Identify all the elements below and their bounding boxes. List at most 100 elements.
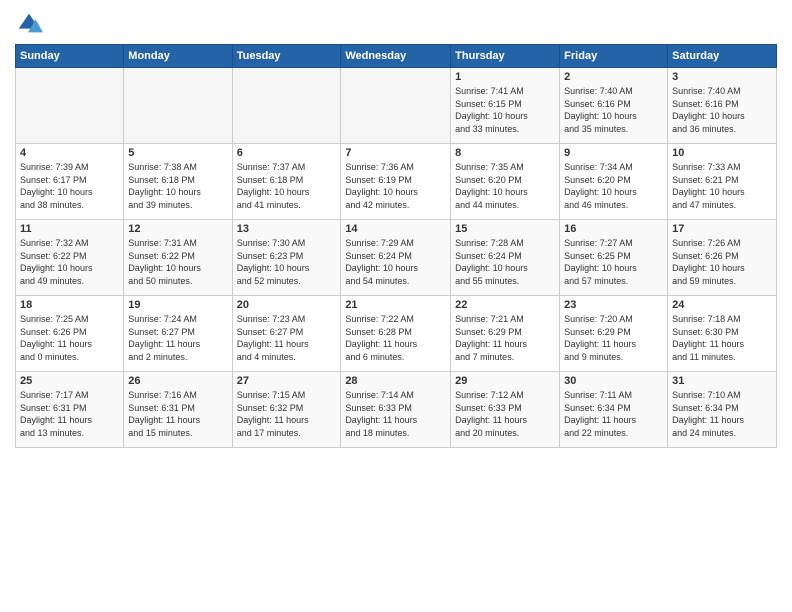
day-number: 23 — [564, 299, 663, 311]
day-info: Sunrise: 7:36 AMSunset: 6:19 PMDaylight:… — [345, 161, 446, 211]
day-number: 18 — [20, 299, 119, 311]
calendar-cell-21: 17Sunrise: 7:26 AMSunset: 6:26 PMDayligh… — [668, 220, 777, 296]
day-number: 26 — [128, 375, 227, 387]
calendar-cell-15: 11 Sunrise: 7:32 AMSunset: 6:22 PMDayligh… — [16, 220, 124, 296]
day-info: Sunrise: 7:15 AMSunset: 6:32 PMDaylight:… — [237, 389, 337, 439]
day-info: Sunrise: 7:17 AMSunset: 6:31 PMDaylight:… — [20, 389, 119, 439]
day-number: 13 — [237, 223, 337, 235]
day-number: 29 — [455, 375, 555, 387]
day-number: 17 — [672, 223, 772, 235]
calendar-header-row: SundayMondayTuesdayWednesdayThursdayFrid… — [16, 45, 777, 68]
calendar-cell-6: 2 Sunrise: 7:40 AMSunset: 6:16 PMDaylight… — [560, 68, 668, 144]
day-number: 1 — [455, 71, 555, 83]
calendar-cell-30: 26 Sunrise: 7:16 AMSunset: 6:31 PMDayligh… — [124, 372, 232, 448]
day-number: 6 — [237, 147, 337, 159]
calendar-week-1: 1 Sunrise: 7:41 AMSunset: 6:15 PMDaylight… — [16, 68, 777, 144]
calendar-table: SundayMondayTuesdayWednesdayThursdayFrid… — [15, 44, 777, 448]
day-number: 2 — [564, 71, 663, 83]
calendar-week-4: 18 Sunrise: 7:25 AMSunset: 6:26 PMDayligh… — [16, 296, 777, 372]
day-info: Sunrise: 7:14 AMSunset: 6:33 PMDaylight:… — [345, 389, 446, 439]
day-info: Sunrise: 7:21 AMSunset: 6:29 PMDaylight:… — [455, 313, 555, 363]
calendar-header-monday: Monday — [124, 45, 232, 68]
calendar-header-thursday: Thursday — [451, 45, 560, 68]
calendar-cell-33: 29 Sunrise: 7:12 AMSunset: 6:33 PMDayligh… — [451, 372, 560, 448]
header — [15, 10, 777, 38]
calendar-cell-13: 9Sunrise: 7:34 AMSunset: 6:20 PMDaylight… — [560, 144, 668, 220]
day-info: Sunrise: 7:35 AMSunset: 6:20 PMDaylight:… — [455, 161, 555, 211]
day-info: Sunrise: 7:20 AMSunset: 6:29 PMDaylight:… — [564, 313, 663, 363]
calendar-cell-27: 23 Sunrise: 7:20 AMSunset: 6:29 PMDayligh… — [560, 296, 668, 372]
calendar-cell-22: 18 Sunrise: 7:25 AMSunset: 6:26 PMDayligh… — [16, 296, 124, 372]
day-info: Sunrise: 7:12 AMSunset: 6:33 PMDaylight:… — [455, 389, 555, 439]
calendar-cell-28: 24Sunrise: 7:18 AMSunset: 6:30 PMDayligh… — [668, 296, 777, 372]
day-info: Sunrise: 7:23 AMSunset: 6:27 PMDaylight:… — [237, 313, 337, 363]
calendar-cell-2 — [124, 68, 232, 144]
calendar-cell-5: 1 Sunrise: 7:41 AMSunset: 6:15 PMDaylight… — [451, 68, 560, 144]
day-info: Sunrise: 7:38 AMSunset: 6:18 PMDaylight:… — [128, 161, 227, 211]
day-info: Sunrise: 7:28 AMSunset: 6:24 PMDaylight:… — [455, 237, 555, 287]
calendar-cell-18: 14 Sunrise: 7:29 AMSunset: 6:24 PMDayligh… — [341, 220, 451, 296]
day-info: Sunrise: 7:16 AMSunset: 6:31 PMDaylight:… — [128, 389, 227, 439]
day-number: 21 — [345, 299, 446, 311]
calendar-cell-3 — [232, 68, 341, 144]
day-number: 15 — [455, 223, 555, 235]
day-info: Sunrise: 7:25 AMSunset: 6:26 PMDaylight:… — [20, 313, 119, 363]
calendar-week-3: 11 Sunrise: 7:32 AMSunset: 6:22 PMDayligh… — [16, 220, 777, 296]
calendar-cell-24: 20 Sunrise: 7:23 AMSunset: 6:27 PMDayligh… — [232, 296, 341, 372]
day-info: Sunrise: 7:41 AMSunset: 6:15 PMDaylight:… — [455, 85, 555, 135]
calendar-cell-31: 27 Sunrise: 7:15 AMSunset: 6:32 PMDayligh… — [232, 372, 341, 448]
day-number: 20 — [237, 299, 337, 311]
calendar-week-2: 4 Sunrise: 7:39 AMSunset: 6:17 PMDaylight… — [16, 144, 777, 220]
day-info: Sunrise: 7:31 AMSunset: 6:22 PMDaylight:… — [128, 237, 227, 287]
day-info: Sunrise: 7:40 AMSunset: 6:16 PMDaylight:… — [672, 85, 772, 135]
day-info: Sunrise: 7:39 AMSunset: 6:17 PMDaylight:… — [20, 161, 119, 211]
calendar-cell-9: 5 Sunrise: 7:38 AMSunset: 6:18 PMDaylight… — [124, 144, 232, 220]
calendar-cell-10: 6 Sunrise: 7:37 AMSunset: 6:18 PMDaylight… — [232, 144, 341, 220]
day-info: Sunrise: 7:18 AMSunset: 6:30 PMDaylight:… — [672, 313, 772, 363]
calendar-cell-14: 10 Sunrise: 7:33 AMSunset: 6:21 PMDayligh… — [668, 144, 777, 220]
day-info: Sunrise: 7:27 AMSunset: 6:25 PMDaylight:… — [564, 237, 663, 287]
day-info: Sunrise: 7:22 AMSunset: 6:28 PMDaylight:… — [345, 313, 446, 363]
day-info: Sunrise: 7:29 AMSunset: 6:24 PMDaylight:… — [345, 237, 446, 287]
calendar-cell-17: 13 Sunrise: 7:30 AMSunset: 6:23 PMDayligh… — [232, 220, 341, 296]
day-number: 28 — [345, 375, 446, 387]
page: SundayMondayTuesdayWednesdayThursdayFrid… — [0, 0, 792, 612]
logo — [15, 10, 47, 38]
day-number: 8 — [455, 147, 555, 159]
calendar-cell-7: 3 Sunrise: 7:40 AMSunset: 6:16 PMDaylight… — [668, 68, 777, 144]
day-number: 5 — [128, 147, 227, 159]
calendar-cell-4 — [341, 68, 451, 144]
day-number: 4 — [20, 147, 119, 159]
calendar-cell-19: 15 Sunrise: 7:28 AMSunset: 6:24 PMDayligh… — [451, 220, 560, 296]
day-info: Sunrise: 7:30 AMSunset: 6:23 PMDaylight:… — [237, 237, 337, 287]
day-number: 25 — [20, 375, 119, 387]
calendar-header-saturday: Saturday — [668, 45, 777, 68]
day-info: Sunrise: 7:40 AMSunset: 6:16 PMDaylight:… — [564, 85, 663, 135]
calendar-week-5: 25 Sunrise: 7:17 AMSunset: 6:31 PMDayligh… — [16, 372, 777, 448]
calendar-cell-12: 8 Sunrise: 7:35 AMSunset: 6:20 PMDaylight… — [451, 144, 560, 220]
day-number: 14 — [345, 223, 446, 235]
day-number: 9 — [564, 147, 663, 159]
day-info: Sunrise: 7:37 AMSunset: 6:18 PMDaylight:… — [237, 161, 337, 211]
calendar-cell-34: 30Sunrise: 7:11 AMSunset: 6:34 PMDayligh… — [560, 372, 668, 448]
calendar-cell-11: 7 Sunrise: 7:36 AMSunset: 6:19 PMDaylight… — [341, 144, 451, 220]
day-number: 10 — [672, 147, 772, 159]
calendar-cell-29: 25 Sunrise: 7:17 AMSunset: 6:31 PMDayligh… — [16, 372, 124, 448]
calendar-cell-25: 21 Sunrise: 7:22 AMSunset: 6:28 PMDayligh… — [341, 296, 451, 372]
day-number: 12 — [128, 223, 227, 235]
logo-icon — [15, 10, 43, 38]
calendar-cell-8: 4 Sunrise: 7:39 AMSunset: 6:17 PMDaylight… — [16, 144, 124, 220]
day-info: Sunrise: 7:33 AMSunset: 6:21 PMDaylight:… — [672, 161, 772, 211]
day-info: Sunrise: 7:11 AMSunset: 6:34 PMDaylight:… — [564, 389, 663, 439]
day-number: 16 — [564, 223, 663, 235]
calendar-header-friday: Friday — [560, 45, 668, 68]
day-number: 11 — [20, 223, 119, 235]
day-number: 7 — [345, 147, 446, 159]
day-info: Sunrise: 7:24 AMSunset: 6:27 PMDaylight:… — [128, 313, 227, 363]
calendar-cell-1 — [16, 68, 124, 144]
day-number: 22 — [455, 299, 555, 311]
day-number: 27 — [237, 375, 337, 387]
day-number: 3 — [672, 71, 772, 83]
calendar-header-sunday: Sunday — [16, 45, 124, 68]
day-info: Sunrise: 7:32 AMSunset: 6:22 PMDaylight:… — [20, 237, 119, 287]
